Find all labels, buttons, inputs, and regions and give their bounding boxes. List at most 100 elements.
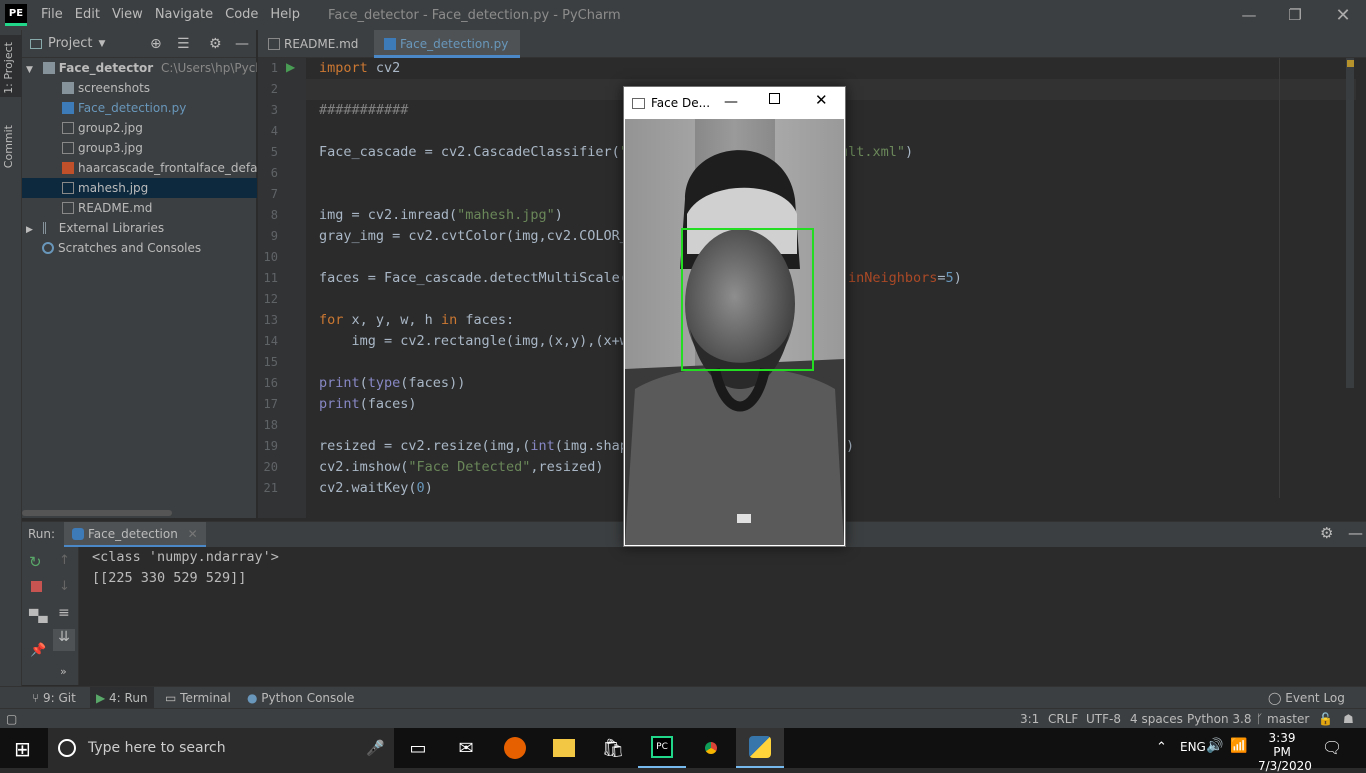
scroll-to-end-icon[interactable]: ⇊ xyxy=(53,629,75,651)
gear-icon[interactable]: ⚙ xyxy=(209,36,222,52)
hide-icon[interactable]: — xyxy=(235,36,249,52)
store-icon[interactable]: 🛍 xyxy=(589,728,637,768)
line-separator[interactable]: CRLF xyxy=(1048,709,1078,729)
clock[interactable]: 3:39 PM 7/3/2020 xyxy=(1258,731,1312,773)
detected-face-image xyxy=(625,119,844,545)
locate-icon[interactable]: ⊕ xyxy=(150,36,162,52)
indent-setting[interactable]: 4 spaces xyxy=(1130,709,1183,729)
python-file-icon xyxy=(384,38,396,50)
event-log[interactable]: ◯ Event Log xyxy=(1268,687,1345,709)
menu-help[interactable]: Help xyxy=(264,0,306,30)
close-button[interactable]: ✕ xyxy=(1320,0,1366,30)
git-branch[interactable]: ᚴ master xyxy=(1256,709,1309,729)
chrome-icon[interactable] xyxy=(687,728,735,768)
pin-icon[interactable]: 📌 xyxy=(30,643,46,658)
tab-readme[interactable]: README.md ✕ xyxy=(258,30,371,79)
inspector-icon[interactable]: ☗ xyxy=(1343,709,1354,729)
minimize-button[interactable]: — xyxy=(724,94,738,110)
tree-item-scratches[interactable]: Scratches and Consoles xyxy=(22,238,257,258)
tab-git[interactable]: ⑂ 9: Git xyxy=(32,687,76,709)
tree-item-group3[interactable]: group3.jpg xyxy=(22,138,257,158)
windows-start-icon[interactable]: ⊞ xyxy=(14,737,31,761)
tree-item-readme[interactable]: README.md xyxy=(22,198,257,218)
hide-icon[interactable]: — xyxy=(1348,524,1363,542)
mail-icon[interactable]: ✉ xyxy=(442,728,490,768)
tab-terminal[interactable]: ▭ Terminal xyxy=(165,687,231,709)
layout-toggle-icon[interactable]: ▢ xyxy=(6,709,17,729)
tree-item-external-libraries[interactable]: ▶ External Libraries xyxy=(22,218,257,238)
code-line: gray_img = cv2.cvtColor(img,cv2.COLOR_ xyxy=(319,228,628,244)
python-taskbar-icon[interactable] xyxy=(736,728,784,768)
run-console-output[interactable]: <class 'numpy.ndarray'> [[225 330 529 52… xyxy=(80,547,1366,685)
close-button[interactable]: ✕ xyxy=(815,91,828,109)
caret-position[interactable]: 3:1 xyxy=(1020,709,1039,729)
tab-face-detection[interactable]: Face_detection.py ✕ xyxy=(374,30,520,79)
tab-run[interactable]: ▶ 4: Run xyxy=(90,687,154,709)
more-icon[interactable]: » xyxy=(60,665,67,678)
stop-icon[interactable] xyxy=(31,581,42,592)
python-interpreter[interactable]: Python 3.8 xyxy=(1187,709,1252,729)
project-path: C:\Users\hp\Pycharm xyxy=(161,61,257,75)
lock-icon[interactable]: 🔓 xyxy=(1318,709,1333,729)
project-tool-tab[interactable]: 1: Project xyxy=(2,42,15,94)
collapse-icon[interactable]: ☰ xyxy=(177,36,190,52)
tab-python-console[interactable]: ● Python Console xyxy=(247,687,354,709)
firefox-icon[interactable] xyxy=(491,728,539,768)
code-line: print(faces) xyxy=(319,396,417,412)
expand-arrow-icon[interactable]: ▶ xyxy=(26,225,33,235)
file-explorer-icon[interactable] xyxy=(540,728,588,768)
menu-navigate[interactable]: Navigate xyxy=(149,0,219,30)
layout-icon[interactable]: ▀▄ xyxy=(29,609,47,623)
run-gutter-icon[interactable]: ▶ xyxy=(286,60,295,74)
soft-wrap-icon[interactable]: ≡ xyxy=(58,605,70,621)
restore-button[interactable]: ❐ xyxy=(1272,0,1318,30)
python-icon xyxy=(72,528,84,540)
menu-view[interactable]: View xyxy=(106,0,149,30)
menu-edit[interactable]: Edit xyxy=(69,0,106,30)
image-file-icon xyxy=(62,182,74,194)
horizontal-scrollbar[interactable] xyxy=(22,510,172,516)
volume-icon[interactable]: 🔊 xyxy=(1206,738,1223,754)
inspection-indicator-icon[interactable] xyxy=(1347,60,1354,67)
event-log-icon: ◯ xyxy=(1268,691,1286,705)
commit-tool-tab[interactable]: Commit xyxy=(2,125,15,168)
down-arrow-icon[interactable]: ↓ xyxy=(59,579,70,594)
run-tab-face-detection[interactable]: Face_detection ✕ xyxy=(64,522,206,547)
task-view-icon[interactable]: ▭ xyxy=(394,728,442,768)
rerun-icon[interactable]: ↻ xyxy=(29,553,42,571)
chevron-down-icon[interactable]: ▼ xyxy=(98,39,105,49)
microphone-icon[interactable]: 🎤 xyxy=(366,739,385,757)
markdown-file-icon xyxy=(268,38,280,50)
tree-item-haarcascade[interactable]: haarcascade_frontalface_default.x xyxy=(22,158,257,178)
minimize-button[interactable]: — xyxy=(1226,0,1272,30)
input-language[interactable]: ENG xyxy=(1180,740,1206,754)
cortana-icon xyxy=(58,739,76,757)
tree-item-group2[interactable]: group2.jpg xyxy=(22,118,257,138)
project-panel-title[interactable]: Project xyxy=(48,36,92,51)
gear-icon[interactable]: ⚙ xyxy=(1320,524,1333,542)
tree-item-mahesh[interactable]: mahesh.jpg xyxy=(22,178,257,198)
file-encoding[interactable]: UTF-8 xyxy=(1086,709,1121,729)
face-window-titlebar[interactable]: Face De... — ✕ xyxy=(624,87,845,119)
pycharm-taskbar-icon[interactable]: PC xyxy=(638,728,686,768)
pycharm-logo-icon: PE xyxy=(5,4,27,26)
taskbar-search[interactable]: Type here to search 🎤 xyxy=(48,728,394,768)
maximize-button[interactable] xyxy=(769,93,780,104)
face-detected-window[interactable]: Face De... — ✕ xyxy=(623,86,846,547)
code-line: print(type(faces)) xyxy=(319,375,466,391)
tree-item-root[interactable]: ▼ Face_detector C:\Users\hp\Pycharm xyxy=(22,58,257,78)
menu-code[interactable]: Code xyxy=(219,0,264,30)
folder-icon xyxy=(30,38,42,49)
notifications-icon[interactable]: 🗨 xyxy=(1322,738,1342,757)
show-hidden-icons[interactable]: ⌃ xyxy=(1156,740,1167,755)
vertical-scrollbar[interactable] xyxy=(1346,58,1354,388)
menu-file[interactable]: File xyxy=(35,0,69,30)
close-tab-icon[interactable]: ✕ xyxy=(188,527,198,541)
code-line: cv2.waitKey(0) xyxy=(319,480,433,496)
network-icon[interactable]: 📶 xyxy=(1230,738,1247,754)
expand-arrow-icon[interactable]: ▼ xyxy=(26,65,33,75)
tree-item-face-detection-py[interactable]: Face_detection.py xyxy=(22,98,257,118)
bottom-tool-tabs: ⑂ 9: Git ▶ 4: Run ▭ Terminal ● Python Co… xyxy=(0,686,1366,709)
up-arrow-icon[interactable]: ↑ xyxy=(59,553,70,568)
tree-item-screenshots[interactable]: screenshots xyxy=(22,78,257,98)
